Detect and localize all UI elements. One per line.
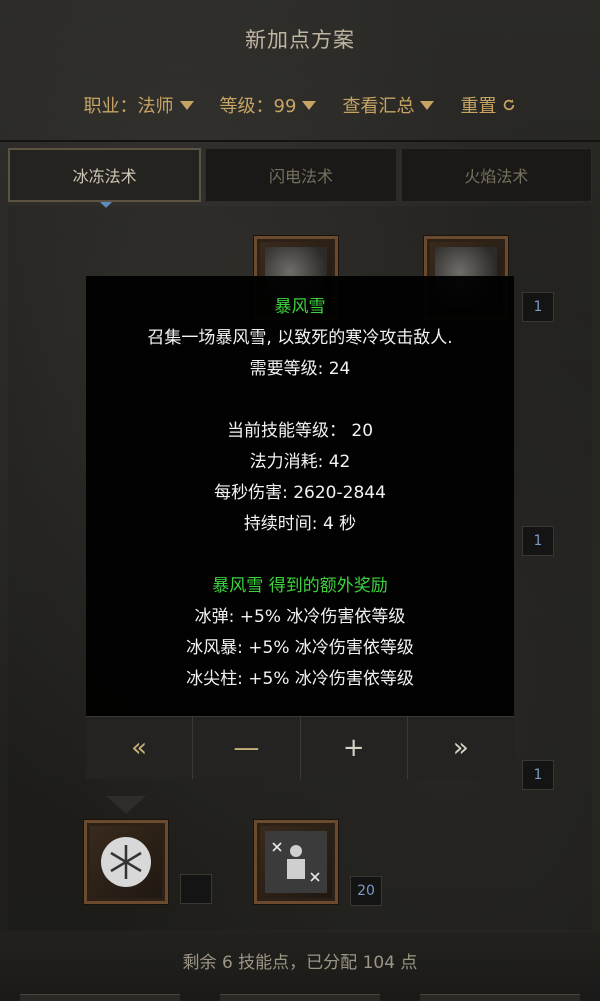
reset-button-label: 重置 (460, 96, 497, 117)
summary-dropdown-label: 查看汇总 (342, 96, 415, 117)
level-dropdown-label: 等级：99 (219, 96, 297, 117)
header-divider (0, 140, 600, 142)
caret-down-icon (302, 100, 317, 110)
tooltip-description: 召集一场暴风雪, 以致死的寒冷攻击敌人. (147, 328, 453, 348)
tab-lightning-spells[interactable]: 闪电法术 (205, 148, 397, 202)
class-dropdown[interactable]: 职业：法师 (84, 92, 194, 118)
tooltip-current-level: 当前技能等级： 20 (226, 421, 374, 441)
refresh-icon (504, 99, 515, 111)
tooltip-required-level: 需要等级: 24 (249, 359, 351, 379)
remaining-points-status: 剩余 6 技能点，已分配 104 点 (182, 953, 418, 973)
tab-cold-spells[interactable]: 冰冻法术 (8, 148, 202, 202)
tooltip-damage: 每秒伤害: 2620-2844 (214, 483, 386, 503)
skill-level-badge: 1 (522, 292, 554, 322)
skill-level-badge: 1 (522, 526, 554, 556)
summary-dropdown[interactable]: 查看汇总 (342, 92, 435, 118)
filter-bar: 职业：法师 等级：99 查看汇总 重置 (0, 88, 600, 122)
snowflake-icon (101, 837, 151, 887)
caret-down-icon (179, 100, 194, 110)
reset-button[interactable]: 重置 (460, 92, 516, 118)
max-level-button[interactable]: » (408, 717, 514, 779)
page-title: 新加点方案 (245, 28, 355, 52)
skill-level-badge: 1 (522, 760, 554, 790)
footer-buttons (0, 994, 600, 1001)
frozen-figure-icon (265, 831, 327, 893)
skill-slot-frost-nova[interactable] (84, 820, 168, 904)
tooltip-bonus-line: 冰风暴: +5% 冰冷伤害依等级 (186, 638, 414, 658)
tooltip-bonus-line: 冰尖柱: +5% 冰冷伤害依等级 (186, 669, 414, 689)
tooltip-skill-name: 暴风雪 (274, 297, 326, 317)
decrease-level-button[interactable]: — (193, 717, 301, 779)
tooltip-duration: 持续时间: 4 秒 (243, 514, 357, 534)
skill-level-badge: 20 (350, 876, 382, 906)
tooltip-bonus-title: 暴风雪 得到的额外奖励 (212, 576, 388, 596)
tooltip-bonus-line: 冰弹: +5% 冰冷伤害依等级 (194, 607, 406, 627)
min-level-button[interactable]: « (86, 717, 194, 779)
skill-planner-page: 新加点方案 职业：法师 等级：99 查看汇总 重置 冰冻法术 闪电法术 火焰法术 (0, 0, 600, 1001)
skill-point-controls: « — + » (86, 716, 514, 779)
skill-tree-tabs: 冰冻法术 闪电法术 火焰法术 (8, 148, 592, 204)
level-dropdown[interactable]: 等级：99 (220, 92, 317, 118)
caret-down-icon (420, 100, 435, 110)
skill-level-badge-empty (180, 874, 212, 904)
skill-tooltip: 暴风雪 召集一场暴风雪, 以致死的寒冷攻击敌人. 需要等级: 24 当前技能等级… (86, 276, 514, 716)
tab-fire-spells[interactable]: 火焰法术 (400, 148, 592, 202)
skill-slot-shiver-armor[interactable] (254, 820, 338, 904)
increase-level-button[interactable]: + (301, 717, 408, 779)
tree-connector-arrow (106, 796, 146, 814)
tooltip-mana-cost: 法力消耗: 42 (249, 452, 351, 472)
class-dropdown-label: 职业：法师 (83, 96, 174, 117)
